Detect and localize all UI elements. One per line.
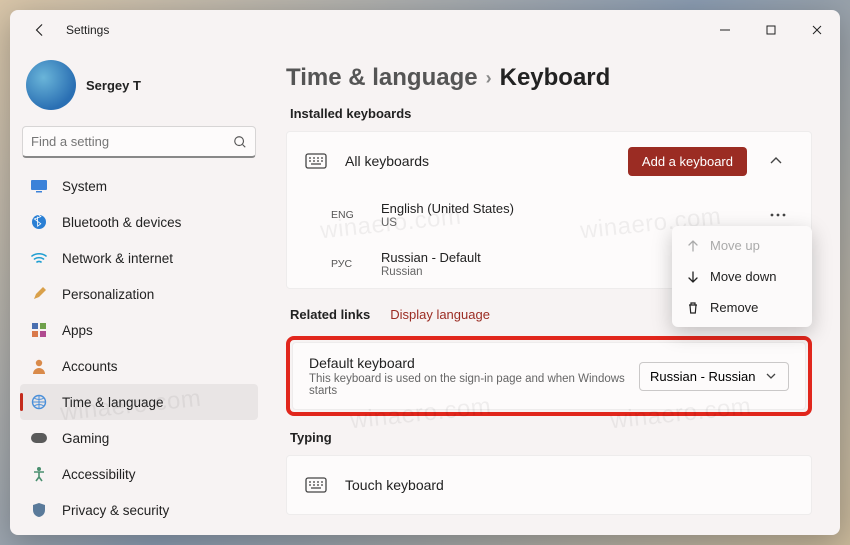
globe-clock-icon <box>30 393 48 411</box>
keyboard-title: Russian - Default <box>381 250 481 265</box>
breadcrumb-current: Keyboard <box>500 64 611 92</box>
display-icon <box>30 177 48 195</box>
keyboard-tag: ENG <box>331 209 367 221</box>
breadcrumb-parent[interactable]: Time & language <box>286 64 478 92</box>
sidebar-item-gaming[interactable]: Gaming <box>20 420 258 456</box>
sidebar-item-label: System <box>62 179 107 194</box>
sidebar-item-label: Apps <box>62 323 93 338</box>
window-title: Settings <box>66 23 109 37</box>
arrow-down-icon <box>686 270 700 284</box>
person-icon <box>30 357 48 375</box>
sidebar-item-label: Gaming <box>62 431 109 446</box>
sidebar-item-time-language[interactable]: Time & language <box>20 384 258 420</box>
avatar <box>26 60 76 110</box>
default-keyboard-highlight: Default keyboard This keyboard is used o… <box>286 336 812 416</box>
sidebar-item-network[interactable]: Network & internet <box>20 240 258 276</box>
typing-label: Typing <box>290 430 808 445</box>
profile[interactable]: Sergey T <box>20 54 258 120</box>
more-icon <box>770 213 786 217</box>
settings-window: Settings Sergey T System Bluetooth & dev… <box>10 10 840 535</box>
search-icon <box>233 135 247 149</box>
sidebar-item-label: Accounts <box>62 359 118 374</box>
arrow-up-icon <box>686 239 700 253</box>
accessibility-icon <box>30 465 48 483</box>
chevron-down-icon <box>766 373 776 379</box>
display-language-link[interactable]: Display language <box>390 307 490 322</box>
ctx-label: Remove <box>710 300 758 315</box>
sidebar-item-label: Personalization <box>62 287 154 302</box>
back-button[interactable] <box>26 16 54 44</box>
maximize-button[interactable] <box>748 10 794 50</box>
gaming-icon <box>30 429 48 447</box>
touch-keyboard-label: Touch keyboard <box>345 477 444 493</box>
sidebar-item-privacy[interactable]: Privacy & security <box>20 492 258 528</box>
keyboard-title: English (United States) <box>381 201 514 216</box>
sidebar-item-label: Privacy & security <box>62 503 169 518</box>
dropdown-value: Russian - Russian <box>650 369 756 384</box>
minimize-button[interactable] <box>702 10 748 50</box>
bluetooth-icon <box>30 213 48 231</box>
keyboard-tag: РУС <box>331 258 367 270</box>
chevron-right-icon: › <box>486 68 492 89</box>
sidebar-item-accessibility[interactable]: Accessibility <box>20 456 258 492</box>
sidebar-item-personalization[interactable]: Personalization <box>20 276 258 312</box>
sidebar-item-apps[interactable]: Apps <box>20 312 258 348</box>
search-input[interactable] <box>31 134 233 149</box>
ctx-move-down[interactable]: Move down <box>676 261 808 292</box>
wifi-icon <box>30 249 48 267</box>
sidebar-item-system[interactable]: System <box>20 168 258 204</box>
sidebar-item-bluetooth[interactable]: Bluetooth & devices <box>20 204 258 240</box>
keyboard-icon <box>305 477 327 493</box>
apps-icon <box>30 321 48 339</box>
add-keyboard-button[interactable]: Add a keyboard <box>628 147 747 176</box>
sidebar-item-label: Accessibility <box>62 467 136 482</box>
sidebar-item-label: Network & internet <box>62 251 173 266</box>
chevron-up-icon <box>770 157 782 165</box>
ctx-label: Move up <box>710 238 760 253</box>
trash-icon <box>686 301 700 315</box>
sidebar-item-label: Time & language <box>62 395 164 410</box>
sidebar-item-accounts[interactable]: Accounts <box>20 348 258 384</box>
touch-keyboard-card[interactable]: Touch keyboard <box>286 455 812 515</box>
default-keyboard-desc: This keyboard is used on the sign-in pag… <box>309 373 639 397</box>
sidebar-item-label: Bluetooth & devices <box>62 215 181 230</box>
installed-keyboards-label: Installed keyboards <box>290 106 808 121</box>
sidebar: Sergey T System Bluetooth & devices Netw… <box>10 50 268 535</box>
default-keyboard-dropdown[interactable]: Russian - Russian <box>639 362 789 391</box>
nav: System Bluetooth & devices Network & int… <box>20 166 258 535</box>
collapse-button[interactable] <box>759 144 793 178</box>
ctx-remove[interactable]: Remove <box>676 292 808 323</box>
keyboard-sub: US <box>381 217 514 229</box>
all-keyboards-label: All keyboards <box>345 153 429 169</box>
breadcrumb: Time & language › Keyboard <box>286 64 812 92</box>
shield-icon <box>30 501 48 519</box>
context-menu: Move up Move down Remove <box>672 226 812 327</box>
keyboard-sub: Russian <box>381 266 481 278</box>
ctx-label: Move down <box>710 269 776 284</box>
default-keyboard-title: Default keyboard <box>309 355 639 371</box>
search-box[interactable] <box>22 126 256 158</box>
brush-icon <box>30 285 48 303</box>
ctx-move-up: Move up <box>676 230 808 261</box>
close-button[interactable] <box>794 10 840 50</box>
window-controls <box>702 10 840 50</box>
keyboard-icon <box>305 153 327 169</box>
related-links-label: Related links <box>290 307 370 322</box>
user-name: Sergey T <box>86 78 141 93</box>
titlebar: Settings <box>10 10 840 50</box>
